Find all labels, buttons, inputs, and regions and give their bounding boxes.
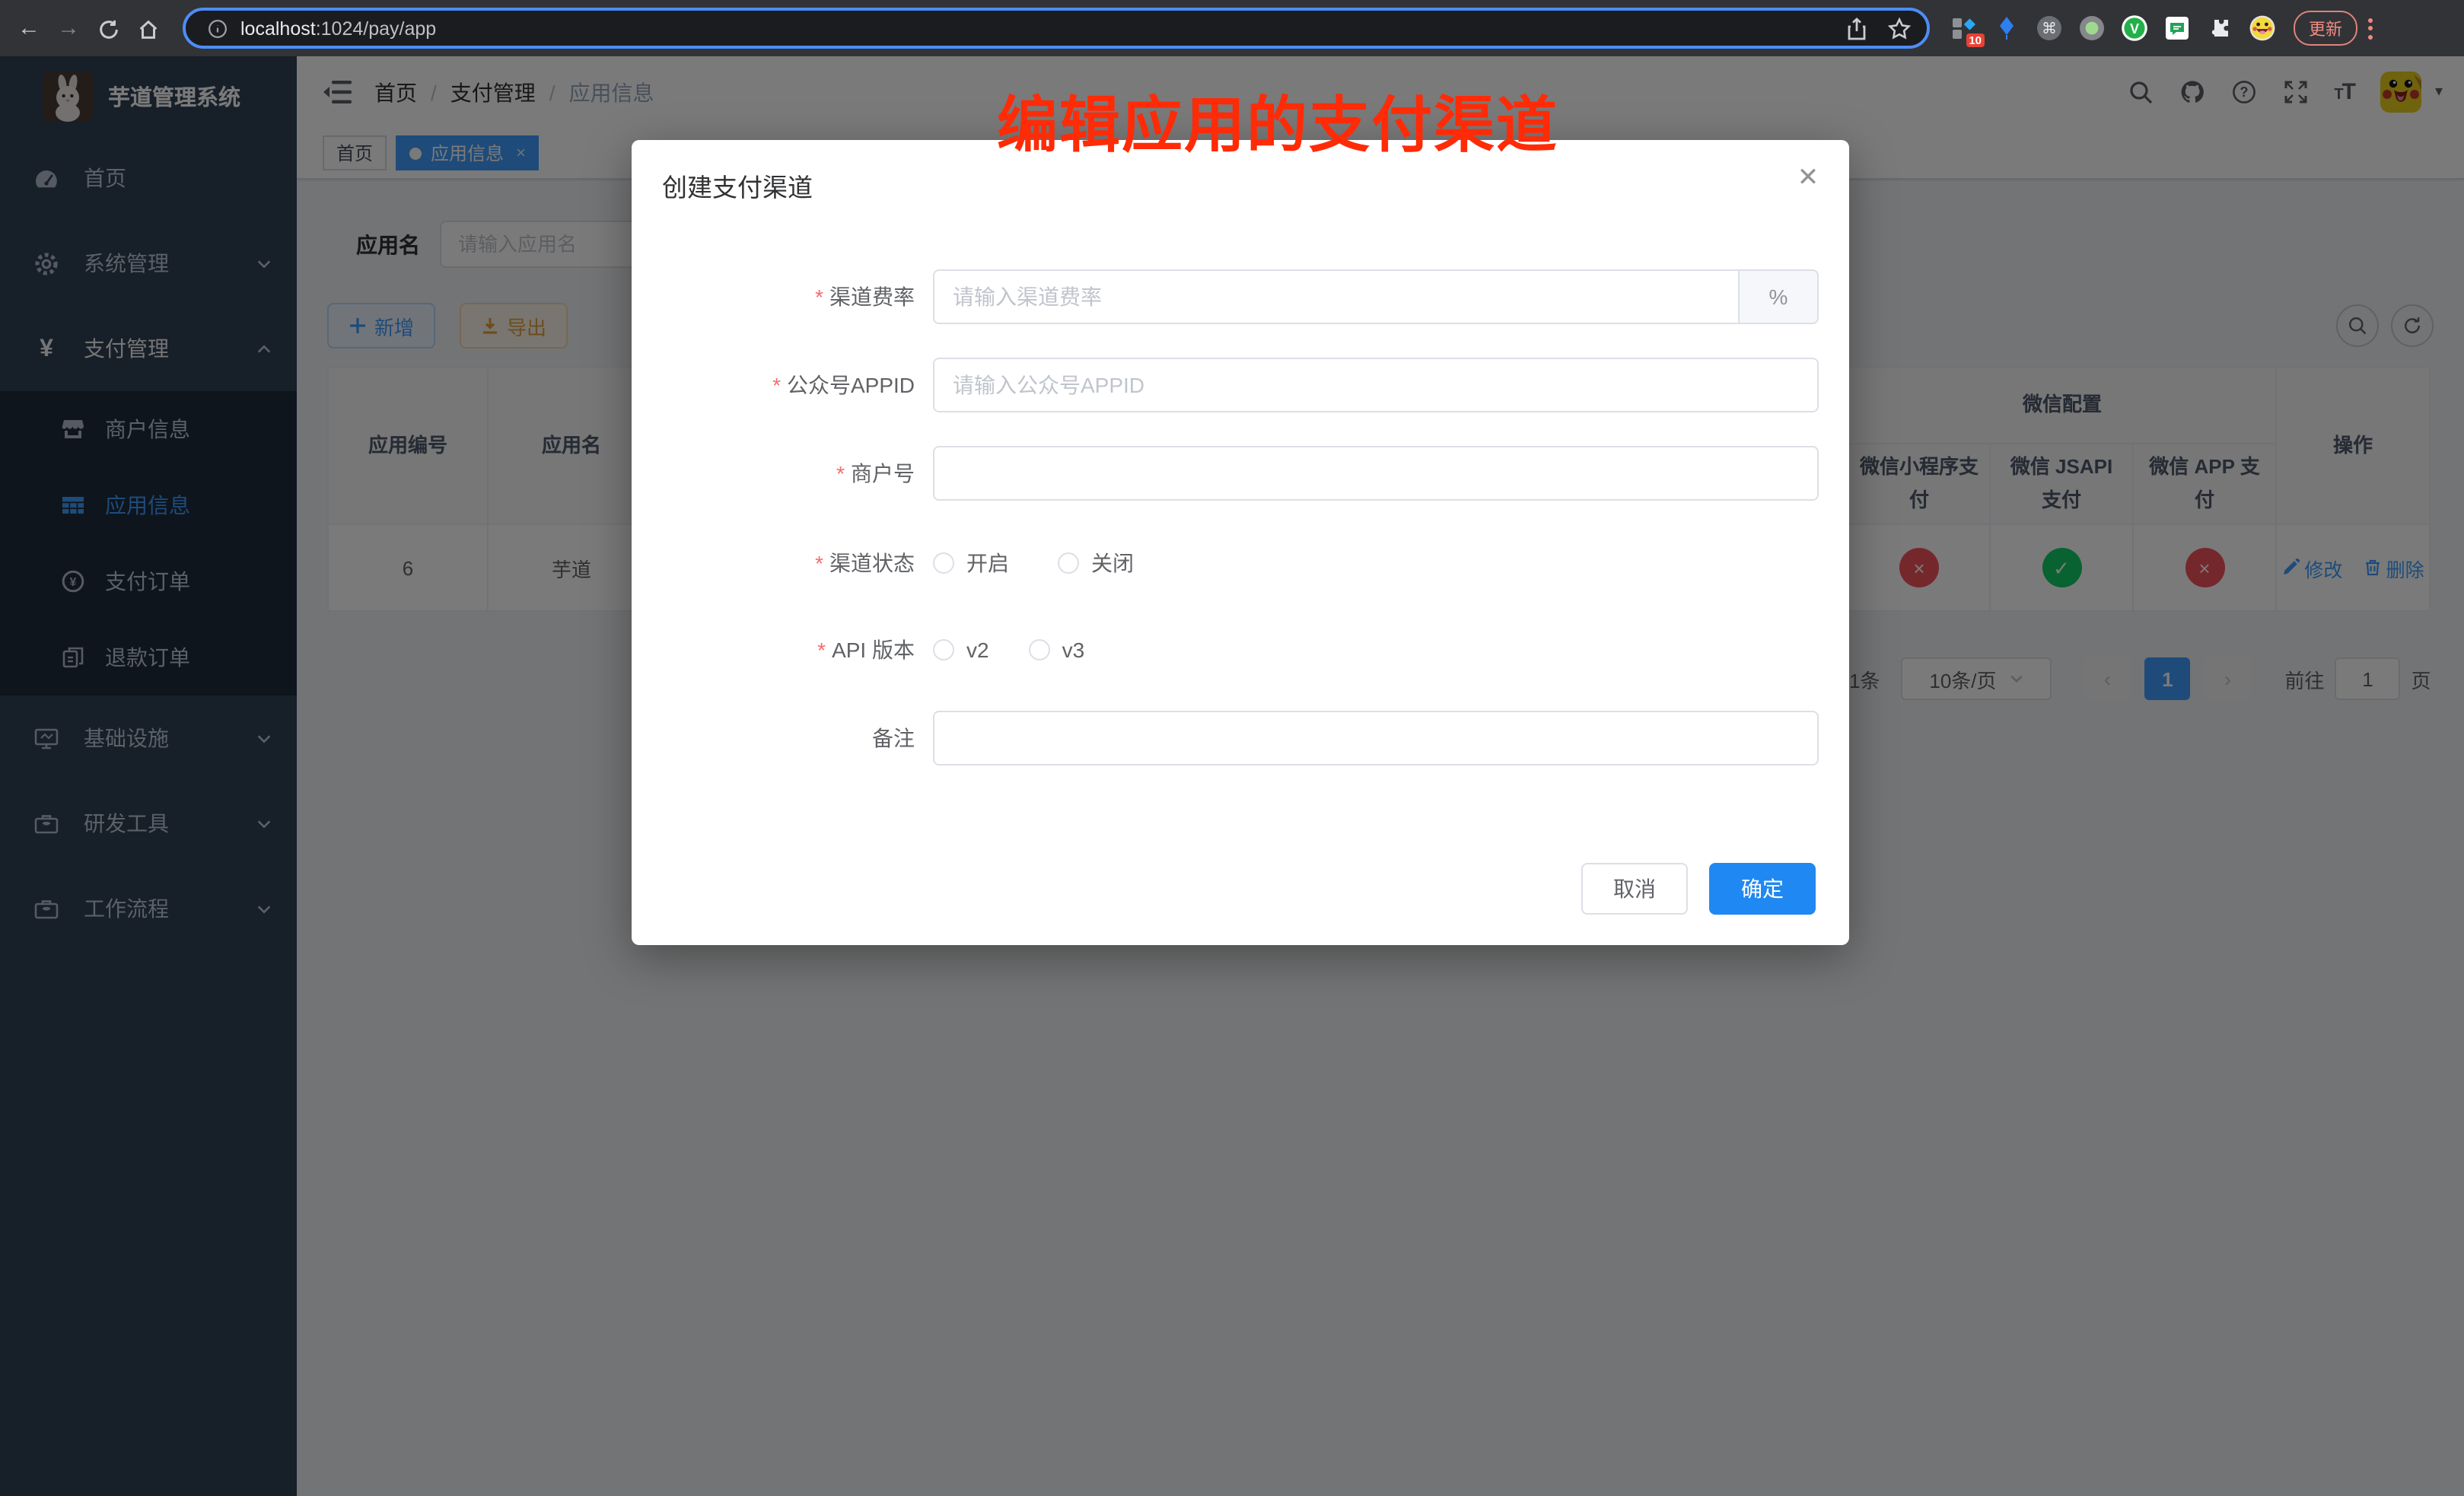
appid-label: 公众号APPID	[662, 370, 915, 400]
extension-chat-icon[interactable]	[2164, 15, 2190, 41]
browser-update-button[interactable]: 更新	[2294, 11, 2357, 46]
rate-label: 渠道费率	[662, 282, 915, 312]
browser-forward-icon[interactable]: →	[49, 15, 88, 41]
bookmark-star-icon[interactable]	[1887, 16, 1912, 40]
share-icon[interactable]	[1845, 16, 1869, 40]
form-row-status: 渠道状态 开启 关闭	[662, 536, 1819, 590]
percent-suffix: %	[1740, 269, 1819, 324]
remark-input[interactable]	[933, 711, 1819, 766]
svg-text:V: V	[2130, 21, 2139, 37]
dialog-title: 创建支付渠道	[662, 167, 813, 204]
browser-chrome: ← → localhost:1024/pay/app 10 ⌘	[0, 0, 2464, 56]
api-v3-radio[interactable]: v3	[1029, 638, 1085, 662]
radio-circle	[933, 639, 954, 660]
browser-menu-icon[interactable]	[2368, 18, 2374, 39]
close-icon[interactable]: ✕	[1794, 164, 1822, 192]
confirm-button[interactable]: 确定	[1709, 863, 1816, 915]
status-label: 渠道状态	[662, 548, 915, 578]
dialog-footer: 取消 确定	[1581, 863, 1816, 915]
svg-text:⌘: ⌘	[2042, 21, 2057, 37]
extension-puzzle-icon[interactable]	[2207, 15, 2233, 41]
rate-input[interactable]	[933, 269, 1740, 324]
radio-circle	[1029, 639, 1050, 660]
form-row-remark: 备注	[662, 711, 1819, 766]
extension-grid-icon[interactable]: 10	[1951, 15, 1977, 41]
screen: ← → localhost:1024/pay/app 10 ⌘	[0, 0, 2464, 1496]
merchant-input[interactable]	[933, 446, 1819, 501]
radio-circle	[933, 552, 954, 574]
create-payment-channel-dialog: 创建支付渠道 ✕ 渠道费率 % 公众号APPID 商户号 渠道状态 开启 关闭	[632, 140, 1849, 945]
annotation-title: 编辑应用的支付渠道	[997, 76, 1558, 164]
form-row-rate: 渠道费率 %	[662, 269, 1819, 324]
cancel-button[interactable]: 取消	[1581, 863, 1688, 915]
extension-badge: 10	[1966, 33, 1985, 47]
form-row-merchant: 商户号	[662, 446, 1819, 501]
remark-label: 备注	[662, 723, 915, 753]
browser-reload-icon[interactable]	[88, 15, 128, 41]
api-v2-radio[interactable]: v2	[933, 638, 989, 662]
extension-dot-icon[interactable]	[2079, 15, 2105, 41]
browser-home-icon[interactable]	[128, 15, 167, 41]
extension-command-icon[interactable]: ⌘	[2036, 15, 2062, 41]
site-info-icon[interactable]	[207, 18, 228, 39]
api-version-label: API 版本	[662, 635, 915, 665]
appid-input[interactable]	[933, 358, 1819, 412]
extension-kite-icon[interactable]	[1994, 15, 2020, 41]
form-row-api: API 版本 v2 v3	[662, 622, 1819, 677]
address-bar[interactable]: localhost:1024/pay/app	[183, 8, 1930, 49]
url-text: localhost:1024/pay/app	[240, 18, 1826, 39]
browser-back-icon[interactable]: ←	[9, 15, 49, 41]
form-row-appid: 公众号APPID	[662, 358, 1819, 412]
extension-v-icon[interactable]: V	[2122, 15, 2147, 41]
merchant-label: 商户号	[662, 458, 915, 489]
radio-circle	[1058, 552, 1079, 574]
status-open-radio[interactable]: 开启	[933, 548, 1009, 578]
status-closed-radio[interactable]: 关闭	[1058, 548, 1134, 578]
extension-emoji-icon[interactable]	[2249, 15, 2275, 41]
browser-extensions: 10 ⌘ V	[1951, 15, 2275, 41]
